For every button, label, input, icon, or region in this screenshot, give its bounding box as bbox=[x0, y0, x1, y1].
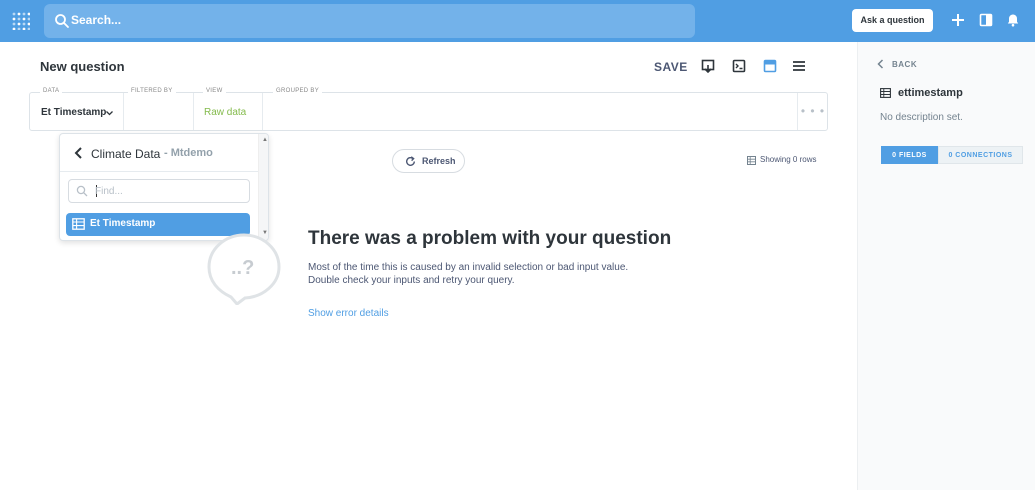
table-option-label: Et Timestamp bbox=[90, 218, 156, 229]
bell-icon[interactable] bbox=[1006, 13, 1020, 27]
menu-icon[interactable] bbox=[792, 59, 806, 73]
search-placeholder[interactable]: Search... bbox=[71, 13, 121, 27]
view-label: VIEW bbox=[203, 88, 226, 94]
sidebar-toggle-icon[interactable] bbox=[763, 59, 777, 73]
error-title: There was a problem with your question bbox=[308, 228, 672, 249]
save-button[interactable]: SAVE bbox=[654, 60, 688, 74]
back-label: BACK bbox=[892, 60, 918, 69]
refresh-label: Refresh bbox=[422, 156, 456, 166]
filtered-by-label: FILTERED BY bbox=[128, 88, 176, 94]
search-bar[interactable]: Search... bbox=[44, 4, 695, 38]
grouped-by-label: GROUPED BY bbox=[273, 88, 323, 94]
chevron-down-icon bbox=[106, 111, 113, 116]
search-icon bbox=[55, 14, 69, 28]
table-icon bbox=[747, 156, 756, 165]
table-icon bbox=[72, 218, 85, 230]
view-value[interactable]: Raw data bbox=[204, 107, 246, 118]
chevron-left-icon bbox=[877, 59, 884, 69]
right-sidebar: BACK ettimestamp No description set. 0 F… bbox=[857, 42, 1035, 490]
add-to-dashboard-icon[interactable] bbox=[701, 59, 715, 73]
ask-question-button[interactable]: Ask a question bbox=[852, 9, 933, 32]
view-section[interactable]: VIEW Raw data bbox=[194, 88, 263, 130]
picker-header[interactable]: Climate Data - Mtdemo bbox=[60, 134, 258, 172]
data-section[interactable]: DATA Et Timestamp bbox=[30, 88, 124, 130]
chevron-left-icon[interactable] bbox=[74, 147, 84, 159]
table-picker-popover: Climate Data - Mtdemo Et Timestamp ▲ ▼ bbox=[59, 133, 269, 241]
bubble-text: ..? bbox=[231, 257, 254, 279]
page-title: New question bbox=[40, 59, 125, 74]
error-bubble-icon: ..? bbox=[207, 233, 281, 305]
tab-connections[interactable]: 0 CONNECTIONS bbox=[938, 146, 1023, 164]
refresh-icon bbox=[406, 156, 415, 166]
table-name-label: ettimestamp bbox=[898, 87, 963, 99]
showing-rows-label: Showing 0 rows bbox=[760, 155, 817, 164]
data-value[interactable]: Et Timestamp bbox=[41, 107, 106, 118]
error-description: Most of the time this is caused by an in… bbox=[308, 262, 629, 286]
picker-database-name: Climate Data bbox=[91, 147, 161, 161]
top-nav: Search... Ask a question bbox=[0, 0, 1035, 42]
more-options-button[interactable]: • • • bbox=[797, 93, 828, 130]
scrollbar[interactable]: ▲ ▼ bbox=[258, 134, 268, 240]
picker-schema-name: - Mtdemo bbox=[164, 147, 213, 159]
tab-fields[interactable]: 0 FIELDS bbox=[881, 146, 938, 164]
filter-section[interactable]: FILTERED BY bbox=[124, 88, 194, 130]
find-field[interactable] bbox=[68, 179, 250, 203]
collection-icon[interactable] bbox=[979, 13, 993, 27]
refresh-button[interactable]: Refresh bbox=[392, 149, 465, 173]
group-section[interactable]: GROUPED BY bbox=[263, 88, 797, 130]
sql-editor-icon[interactable] bbox=[732, 59, 746, 73]
metabase-logo[interactable] bbox=[12, 12, 30, 30]
show-error-details-link[interactable]: Show error details bbox=[308, 308, 389, 319]
find-input[interactable] bbox=[95, 183, 245, 199]
plus-icon[interactable] bbox=[951, 13, 965, 27]
table-icon bbox=[880, 88, 891, 98]
data-label: DATA bbox=[40, 88, 63, 94]
query-builder-bar: DATA Et Timestamp FILTERED BY VIEW Raw d… bbox=[29, 88, 828, 131]
scroll-up-arrow[interactable]: ▲ bbox=[262, 137, 268, 143]
search-icon bbox=[76, 185, 88, 197]
table-description: No description set. bbox=[880, 112, 963, 123]
